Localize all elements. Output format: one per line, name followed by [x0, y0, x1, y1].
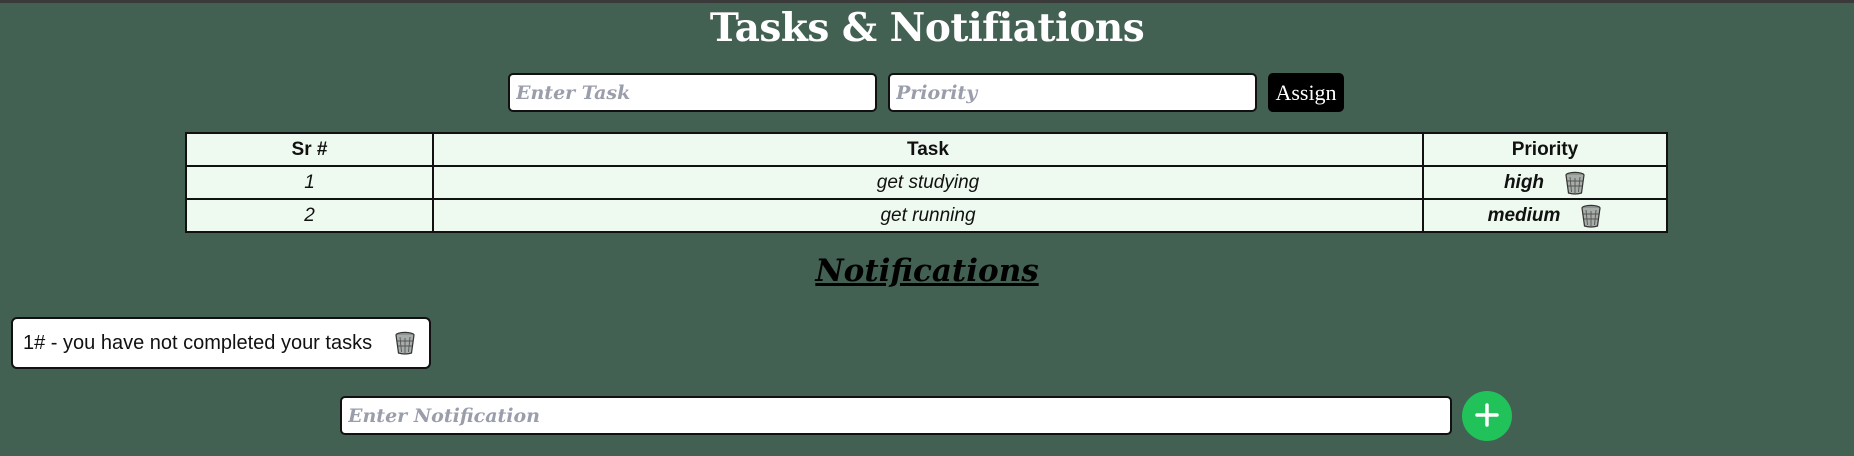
- header-sr: Sr #: [185, 132, 434, 167]
- priority-value: high: [1503, 171, 1545, 193]
- tasks-table: Sr # Task Priority 1 get studying high 2…: [185, 132, 1668, 233]
- task-input[interactable]: [508, 73, 877, 112]
- priority-value: medium: [1487, 204, 1561, 226]
- task-name-cell: get studying: [432, 165, 1424, 200]
- add-notification-button[interactable]: [1462, 391, 1512, 441]
- notification-card: 1# - you have not completed your tasks: [11, 317, 431, 369]
- notification-text: 1# - you have not completed your tasks: [23, 331, 373, 354]
- task-sr-cell: 2: [185, 198, 434, 233]
- assign-button[interactable]: Assign: [1268, 73, 1344, 112]
- priority-input[interactable]: [888, 73, 1257, 112]
- header-task: Task: [432, 132, 1424, 167]
- task-sr-cell: 1: [185, 165, 434, 200]
- notification-input[interactable]: [340, 396, 1452, 435]
- trash-icon[interactable]: [1580, 204, 1602, 228]
- table-row: 1 get studying high: [185, 165, 1668, 200]
- notifications-heading: Notifications: [815, 253, 1039, 289]
- page-title: Tasks & Notifiations: [709, 5, 1145, 51]
- header-priority: Priority: [1422, 132, 1668, 167]
- table-row: 2 get running medium: [185, 198, 1668, 233]
- table-header-row: Sr # Task Priority: [185, 132, 1668, 167]
- plus-icon: [1474, 402, 1500, 431]
- task-priority-cell: medium: [1422, 198, 1668, 233]
- trash-icon[interactable]: [394, 331, 416, 355]
- task-name-cell: get running: [432, 198, 1424, 233]
- task-priority-cell: high: [1422, 165, 1668, 200]
- trash-icon[interactable]: [1564, 171, 1586, 195]
